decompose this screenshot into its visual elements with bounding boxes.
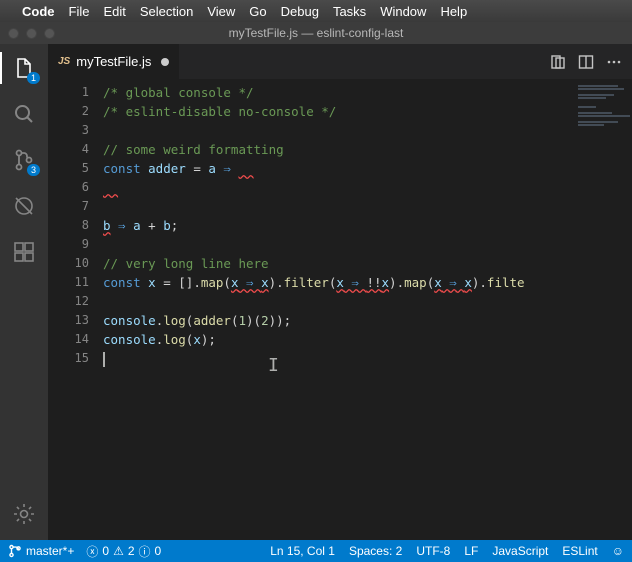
error-icon: ⓧ (86, 543, 98, 560)
code-area[interactable]: 1 2 3 4 5 6 7 8 9 10 11 12 13 14 15 /* g… (48, 79, 632, 540)
warning-icon: ⚠ (113, 544, 124, 558)
menu-file[interactable]: File (69, 4, 90, 19)
macos-menubar: Code File Edit Selection View Go Debug T… (0, 0, 632, 22)
split-editor-icon[interactable] (578, 54, 594, 70)
info-icon: ⓘ (139, 543, 151, 560)
menu-help[interactable]: Help (440, 4, 467, 19)
traffic-lights (0, 28, 55, 39)
source-control-icon[interactable]: 3 (10, 146, 38, 174)
minimize-window-button[interactable] (26, 28, 37, 39)
language-mode-status[interactable]: JavaScript (492, 544, 548, 558)
editor-group: JS myTestFile.js 1 2 3 4 5 6 7 8 9 10 11… (48, 44, 632, 540)
code-content[interactable]: /* global console */ /* eslint-disable n… (103, 79, 632, 540)
git-branch-status[interactable]: master*+ (8, 544, 74, 558)
menu-debug[interactable]: Debug (281, 4, 319, 19)
open-changes-icon[interactable] (550, 54, 566, 70)
more-actions-icon[interactable] (606, 54, 622, 70)
menu-view[interactable]: View (207, 4, 235, 19)
minimap[interactable] (572, 79, 632, 540)
tab-dirty-indicator (161, 58, 169, 66)
tab-bar: JS myTestFile.js (48, 44, 632, 79)
tab-mytestfile[interactable]: JS myTestFile.js (48, 44, 180, 79)
cursor-position-status[interactable]: Ln 15, Col 1 (270, 544, 335, 558)
zoom-window-button[interactable] (44, 28, 55, 39)
scm-badge: 3 (27, 164, 40, 176)
settings-gear-icon[interactable] (10, 500, 38, 528)
tab-filename: myTestFile.js (76, 54, 151, 69)
window-titlebar: myTestFile.js — eslint-config-last (0, 22, 632, 44)
close-window-button[interactable] (8, 28, 19, 39)
git-branch-name: master*+ (26, 544, 74, 558)
menu-app[interactable]: Code (22, 4, 55, 19)
indentation-status[interactable]: Spaces: 2 (349, 544, 402, 558)
activity-bar: 1 3 (0, 44, 48, 540)
debug-icon[interactable] (10, 192, 38, 220)
search-icon[interactable] (10, 100, 38, 128)
encoding-status[interactable]: UTF-8 (416, 544, 450, 558)
mouse-ibeam-cursor: I (268, 356, 279, 375)
explorer-icon[interactable]: 1 (10, 54, 38, 82)
eol-status[interactable]: LF (464, 544, 478, 558)
menu-selection[interactable]: Selection (140, 4, 193, 19)
git-branch-icon (8, 544, 22, 558)
explorer-badge: 1 (27, 72, 40, 84)
menu-go[interactable]: Go (249, 4, 266, 19)
problems-status[interactable]: ⓧ0 ⚠2 ⓘ0 (86, 543, 161, 560)
feedback-icon[interactable]: ☺ (612, 544, 624, 558)
tab-language-badge: JS (58, 56, 70, 67)
editor-actions (550, 44, 632, 79)
status-bar: master*+ ⓧ0 ⚠2 ⓘ0 Ln 15, Col 1 Spaces: 2… (0, 540, 632, 562)
line-number-gutter: 1 2 3 4 5 6 7 8 9 10 11 12 13 14 15 (48, 79, 103, 540)
eslint-status[interactable]: ESLint (562, 544, 597, 558)
window-title: myTestFile.js — eslint-config-last (229, 26, 404, 40)
extensions-icon[interactable] (10, 238, 38, 266)
menu-window[interactable]: Window (380, 4, 426, 19)
menu-tasks[interactable]: Tasks (333, 4, 366, 19)
text-cursor (103, 352, 105, 367)
menu-edit[interactable]: Edit (103, 4, 125, 19)
